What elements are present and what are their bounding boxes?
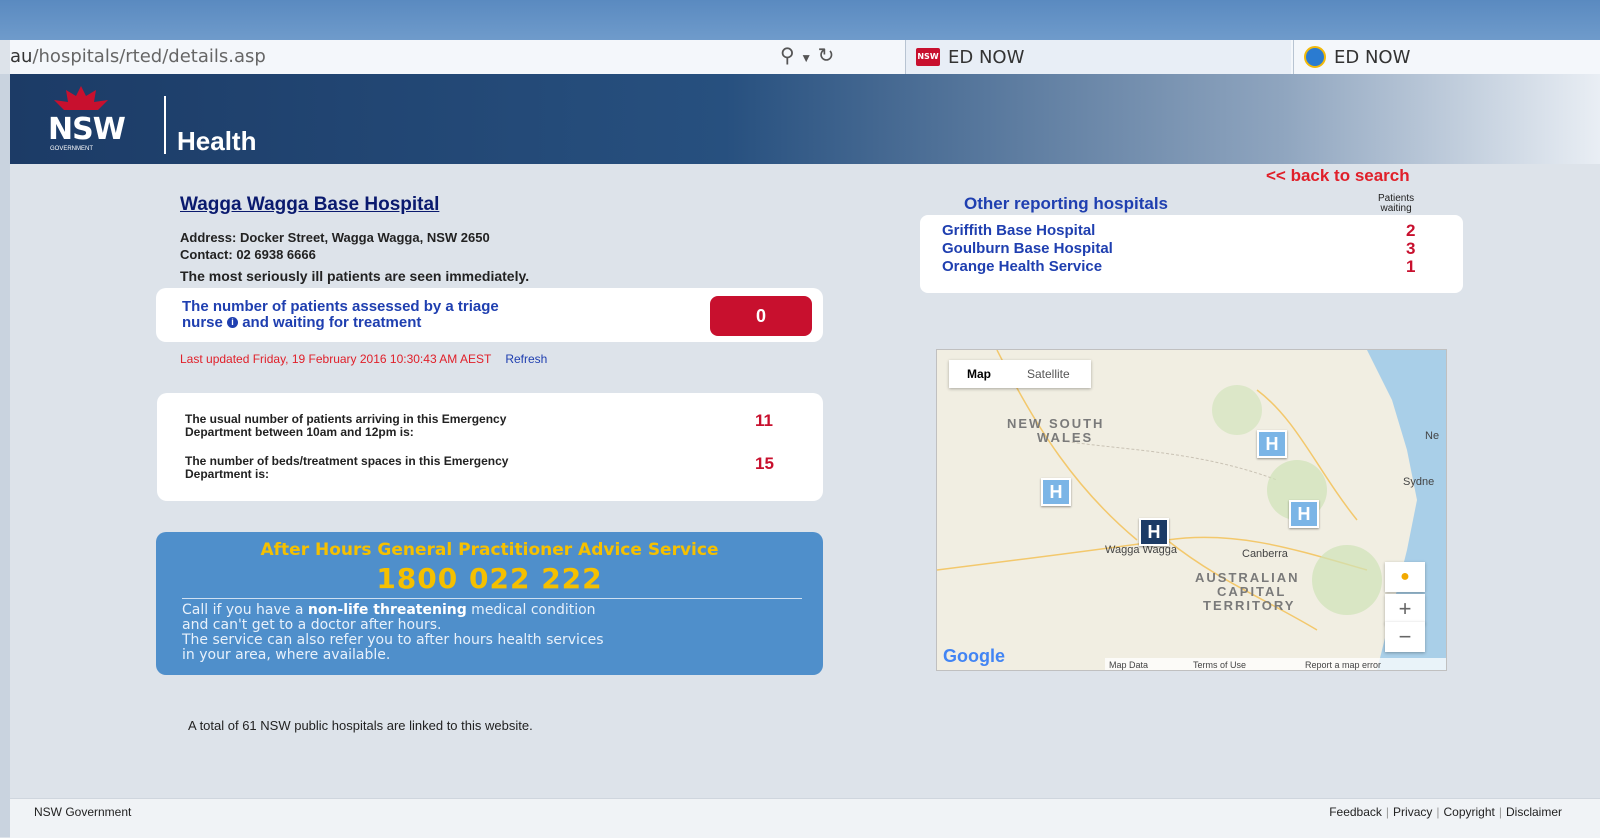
patients-waiting-header: Patients waiting	[1378, 193, 1415, 214]
hospital-map[interactable]: Map Satellite NEW SOUTH WALES AUSTRALIAN…	[936, 349, 1447, 671]
map-type-satellite[interactable]: Satellite	[1027, 367, 1070, 381]
logo-government: GOVERNMENT	[50, 146, 94, 152]
browser-tab-ed-now-active[interactable]: NSW ED NOW	[905, 40, 1291, 74]
stat-label-arrivals: The usual number of patients arriving in…	[185, 412, 507, 439]
street-view-pegman-icon[interactable]: ●	[1385, 562, 1425, 592]
footer-feedback-link[interactable]: Feedback	[1329, 805, 1382, 819]
browser-title-bar	[0, 0, 1600, 40]
window-left-edge	[0, 74, 10, 837]
info-icon[interactable]: i	[227, 317, 239, 328]
map-act-label: AUSTRALIAN	[1195, 570, 1300, 585]
hospital-marker-icon[interactable]: H	[1257, 430, 1287, 458]
footer-disclaimer-link[interactable]: Disclaimer	[1506, 805, 1562, 819]
map-act-label: CAPITAL	[1217, 584, 1287, 599]
hospital-marker-icon[interactable]: H	[1289, 500, 1319, 528]
footer-separator: |	[1385, 805, 1390, 819]
waratah-logo-icon	[54, 86, 108, 110]
hospital-name[interactable]: Wagga Wagga Base Hospital	[180, 194, 439, 216]
map-terms-link[interactable]: Terms of Use	[1193, 660, 1246, 670]
stat-label-beds: The number of beds/treatment spaces in t…	[185, 454, 509, 481]
address-bar[interactable]: au/hospitals/rted/details.asp ⚲ ▼ ↻ NSW …	[10, 40, 1600, 75]
refresh-link[interactable]: Refresh	[505, 352, 547, 366]
footer-links: Feedback | Privacy | Copyright | Disclaimer	[1329, 805, 1562, 819]
map-attribution: Map Data Terms of Use Report a map error	[1105, 658, 1446, 670]
other-hospitals-list: Griffith Base Hospital 2 Goulburn Base H…	[920, 215, 1463, 293]
triage-panel: The number of patients assessed by a tri…	[156, 288, 823, 342]
after-hours-title: After Hours General Practitioner Advice …	[260, 540, 719, 560]
logo-divider	[164, 96, 166, 154]
back-to-search-link[interactable]: << back to search	[1266, 166, 1410, 186]
browser-tab-ed-now[interactable]: ED NOW	[1293, 40, 1594, 74]
map-city-label: Ne	[1425, 430, 1440, 442]
tab-label: ED NOW	[1334, 46, 1411, 68]
stats-panel: The usual number of patients arriving in…	[157, 393, 823, 501]
selected-hospital-marker-icon[interactable]: H	[1139, 518, 1169, 546]
map-terrain	[937, 350, 1446, 670]
other-hospital-waiting: 2	[1406, 221, 1416, 240]
after-hours-banner[interactable]: After Hours General Practitioner Advice …	[156, 532, 823, 675]
address-url[interactable]: au/hospitals/rted/details.asp	[10, 46, 266, 67]
map-region-label: NEW SOUTH	[1007, 416, 1105, 431]
map-report-link[interactable]: Report a map error	[1305, 660, 1381, 670]
after-hours-line-2: and can't get to a doctor after hours.	[182, 617, 442, 633]
ie-icon	[1304, 46, 1326, 68]
total-hospitals-note: A total of 61 NSW public hospitals are l…	[188, 718, 533, 733]
site-header: NSW GOVERNMENT Health	[10, 74, 1600, 164]
stat-value-beds: 15	[755, 454, 774, 473]
map-type-control: Map Satellite	[949, 360, 1091, 388]
nsw-favicon-icon: NSW	[916, 48, 940, 66]
map-data-link[interactable]: Map Data	[1109, 660, 1148, 670]
zoom-out-button[interactable]: −	[1385, 622, 1425, 652]
hospital-marker-icon[interactable]: H	[1041, 478, 1071, 506]
hospital-contact: Contact: 02 6938 6666	[180, 247, 316, 262]
triage-count-badge: 0	[710, 296, 812, 336]
after-hours-line-4: in your area, where available.	[182, 647, 391, 663]
other-hospital-waiting: 3	[1406, 239, 1416, 258]
address-bar-icons: ⚲ ▼ ↻	[780, 43, 834, 68]
map-type-map[interactable]: Map	[967, 367, 991, 381]
google-logo[interactable]: Google	[943, 646, 1005, 667]
map-act-label: TERRITORY	[1203, 598, 1296, 613]
hospital-address: Address: Docker Street, Wagga Wagga, NSW…	[180, 230, 490, 245]
after-hours-phone[interactable]: 1800 022 222	[156, 562, 823, 595]
other-hospital-link[interactable]: Orange Health Service	[942, 258, 1102, 275]
search-icon[interactable]: ⚲	[780, 45, 795, 67]
footer-separator: |	[1436, 805, 1440, 819]
other-hospital-link[interactable]: Goulburn Base Hospital	[942, 240, 1113, 257]
footer-privacy-link[interactable]: Privacy	[1393, 805, 1432, 819]
logo-nsw[interactable]: NSW	[48, 112, 126, 147]
footer-nsw-government[interactable]: NSW Government	[34, 805, 131, 819]
site-title[interactable]: Health	[177, 126, 256, 157]
map-city-label: Sydne	[1403, 476, 1435, 488]
zoom-in-button[interactable]: +	[1385, 594, 1425, 624]
seen-note: The most seriously ill patients are seen…	[180, 268, 530, 284]
stat-value-arrivals: 11	[755, 411, 773, 430]
page-footer: NSW Government Feedback | Privacy | Copyrigh…	[10, 798, 1600, 838]
after-hours-line-1: Call if you have a non-life threatening …	[182, 602, 596, 618]
map-city-label: Canberra	[1242, 548, 1288, 560]
after-hours-divider	[182, 598, 802, 599]
footer-copyright-link[interactable]: Copyright	[1444, 805, 1495, 819]
map-region-label: WALES	[1037, 430, 1094, 445]
triage-label: The number of patients assessed by a tri…	[182, 298, 499, 331]
dropdown-icon[interactable]: ▼	[800, 51, 812, 65]
after-hours-line-3: The service can also refer you to after …	[182, 632, 604, 648]
last-updated: Last updated Friday, 19 February 2016 10…	[180, 352, 548, 366]
other-hospital-link[interactable]: Griffith Base Hospital	[942, 222, 1095, 239]
tab-label: ED NOW	[948, 46, 1025, 68]
refresh-icon[interactable]: ↻	[818, 45, 835, 67]
other-hospitals-title: Other reporting hospitals	[964, 194, 1169, 213]
footer-separator: |	[1498, 805, 1502, 819]
other-hospital-waiting: 1	[1406, 257, 1416, 276]
